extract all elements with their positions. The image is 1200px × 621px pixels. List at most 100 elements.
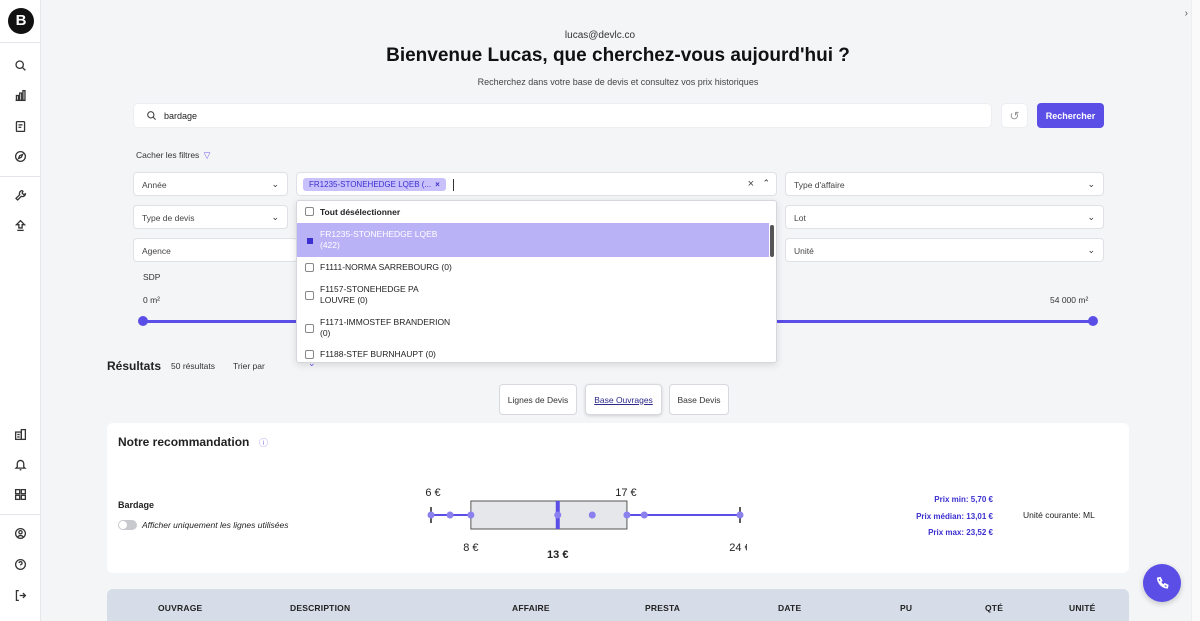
chevron-down-icon[interactable]: ⌄ (308, 358, 316, 369)
column-header[interactable]: UNITÉ (1069, 603, 1096, 613)
boxplot-point (554, 511, 562, 519)
dropdown-option[interactable]: F1157-STONEHEDGE PA LOUVRE (0) (297, 279, 769, 312)
chevron-right-icon[interactable]: › (1185, 8, 1188, 19)
agency-select-label: Agence (142, 246, 171, 256)
document-icon[interactable] (12, 118, 29, 135)
project-chip-label: FR1235-STONEHEDGE LQEB (... (309, 180, 432, 189)
sidebar-divider (0, 514, 41, 515)
dropdown-option-label: F1111-NORMA SARREBOURG (0) (320, 262, 452, 272)
sidebar: B (0, 0, 41, 621)
current-unit: Unité courante: ML (1023, 510, 1095, 520)
results-title: Résultats (107, 359, 162, 373)
hide-filters-toggle[interactable]: Cacher les filtres ▽ (136, 150, 210, 161)
dropdown-option-label: F1188-STEF BURNHAUPT (0) (320, 349, 436, 359)
project-multiselect[interactable]: FR1235-STONEHEDGE LQEB (... × × ⌃ (296, 172, 777, 196)
results-table-header: OUVRAGE DESCRIPTION AFFAIRE PRESTA DATE … (107, 589, 1129, 621)
lot-select[interactable]: Lot ⌄ (785, 205, 1104, 229)
boxplot-point (446, 511, 454, 519)
refresh-icon: ↺ (1009, 108, 1020, 123)
used-lines-toggle-label: Afficher uniquement les lignes utilisées (142, 520, 289, 530)
boxplot-q3-label: 17 € (615, 487, 636, 499)
dropdown-scrollbar[interactable] (770, 225, 774, 257)
boxplot-point (623, 511, 631, 519)
boxplot-point (640, 511, 648, 519)
year-select-label: Année (142, 180, 167, 190)
building-icon[interactable] (12, 426, 29, 443)
used-lines-toggle[interactable] (118, 520, 137, 530)
chevron-down-icon: ⌄ (271, 212, 279, 222)
quote-type-select-label: Type de devis (142, 213, 195, 223)
checkbox[interactable] (305, 291, 314, 300)
unit-select[interactable]: Unité ⌄ (785, 238, 1104, 262)
column-header[interactable]: DESCRIPTION (290, 603, 350, 613)
reset-search-button[interactable]: ↺ (1001, 103, 1028, 128)
boxplot-median-label: 13 € (547, 549, 568, 561)
compass-icon[interactable] (12, 148, 29, 165)
filter-icon: ▽ (203, 150, 211, 160)
deselect-all-option[interactable]: Tout désélectionner (297, 201, 769, 223)
dropdown-option[interactable]: F1188-STEF BURNHAUPT (0) (297, 345, 769, 362)
bell-icon[interactable] (12, 456, 29, 473)
checkbox[interactable] (305, 324, 314, 333)
sidebar-divider (0, 176, 41, 177)
sdp-max-value: 54 000 m² (1050, 295, 1089, 305)
chevron-down-icon: ⌄ (271, 179, 279, 189)
dropdown-option[interactable]: F1171-IMMOSTEF BRANDERION (0) (297, 312, 769, 345)
column-header[interactable]: QTÉ (985, 603, 1003, 613)
sdp-label: SDP (143, 272, 161, 282)
dropdown-option[interactable]: F1111-NORMA SARREBOURG (0) (297, 257, 769, 279)
search-input[interactable] (164, 108, 964, 124)
business-type-select[interactable]: Type d'affaire ⌄ (785, 172, 1104, 196)
search-button[interactable]: Rechercher (1037, 103, 1104, 128)
price-stats: Prix min: 5,70 € Prix médian: 13,01 € Pr… (883, 492, 993, 542)
call-support-button[interactable] (1143, 564, 1181, 602)
quote-type-select[interactable]: Type de devis ⌄ (133, 205, 288, 229)
column-header[interactable]: OUVRAGE (158, 603, 202, 613)
project-chip[interactable]: FR1235-STONEHEDGE LQEB (... × (303, 178, 446, 191)
chevron-up-icon[interactable]: ⌃ (762, 178, 770, 189)
view-quote-lines-button[interactable]: Lignes de Devis (499, 384, 577, 415)
boxplot-point (736, 511, 744, 519)
upload-icon[interactable] (12, 217, 29, 234)
checkbox[interactable] (305, 207, 314, 216)
logout-icon[interactable] (12, 587, 29, 604)
wrench-icon[interactable] (12, 187, 29, 204)
page-scrollbar[interactable] (1191, 0, 1200, 621)
sdp-slider-max-handle[interactable] (1088, 316, 1098, 326)
sort-by-label[interactable]: Trier par (233, 361, 265, 371)
grid-icon[interactable] (12, 486, 29, 503)
checkbox[interactable] (305, 263, 314, 272)
chart-icon[interactable] (12, 87, 29, 104)
column-header[interactable]: PU (900, 603, 912, 613)
price-boxplot: 6 € 8 € 13 € 17 € 24 € (425, 487, 747, 561)
chevron-down-icon: ⌄ (1087, 212, 1095, 222)
page-subtitle: Recherchez dans votre base de devis et c… (477, 77, 759, 87)
help-icon[interactable] (12, 556, 29, 573)
boxplot-min-label: 6 € (425, 487, 440, 499)
chevron-down-icon: ⌄ (1087, 245, 1095, 255)
price-min: Prix min: 5,70 € (934, 495, 993, 504)
phone-icon (1156, 576, 1169, 589)
recommendation-title: Notre recommandation (118, 435, 250, 449)
column-header[interactable]: PRESTA (645, 603, 680, 613)
text-caret (453, 179, 454, 191)
dropdown-option[interactable]: FR1235-STONEHEDGE LQEB (422) (297, 223, 769, 257)
agency-select[interactable]: Agence (133, 238, 298, 262)
sidebar-divider (0, 42, 41, 43)
checkbox[interactable] (305, 236, 314, 245)
view-quotes-base-button[interactable]: Base Devis (669, 384, 729, 415)
sdp-slider-min-handle[interactable] (138, 316, 148, 326)
info-icon[interactable]: ⓘ (259, 436, 268, 449)
column-header[interactable]: DATE (778, 603, 801, 613)
clear-selection-icon[interactable]: × (748, 178, 754, 190)
project-dropdown: Tout désélectionner FR1235-STONEHEDGE LQ… (296, 200, 777, 363)
year-select[interactable]: Année ⌄ (133, 172, 288, 196)
chevron-down-icon: ⌄ (1087, 179, 1095, 189)
user-icon[interactable] (12, 525, 29, 542)
dropdown-option-label: FR1235-STONEHEDGE LQEB (422) (320, 229, 438, 250)
remove-chip-icon[interactable]: × (435, 180, 440, 189)
price-median: Prix médian: 13,01 € (916, 511, 993, 521)
column-header[interactable]: AFFAIRE (512, 603, 550, 613)
view-works-base-button[interactable]: Base Ouvrages (585, 384, 662, 415)
sdp-min-value: 0 m² (143, 295, 160, 305)
